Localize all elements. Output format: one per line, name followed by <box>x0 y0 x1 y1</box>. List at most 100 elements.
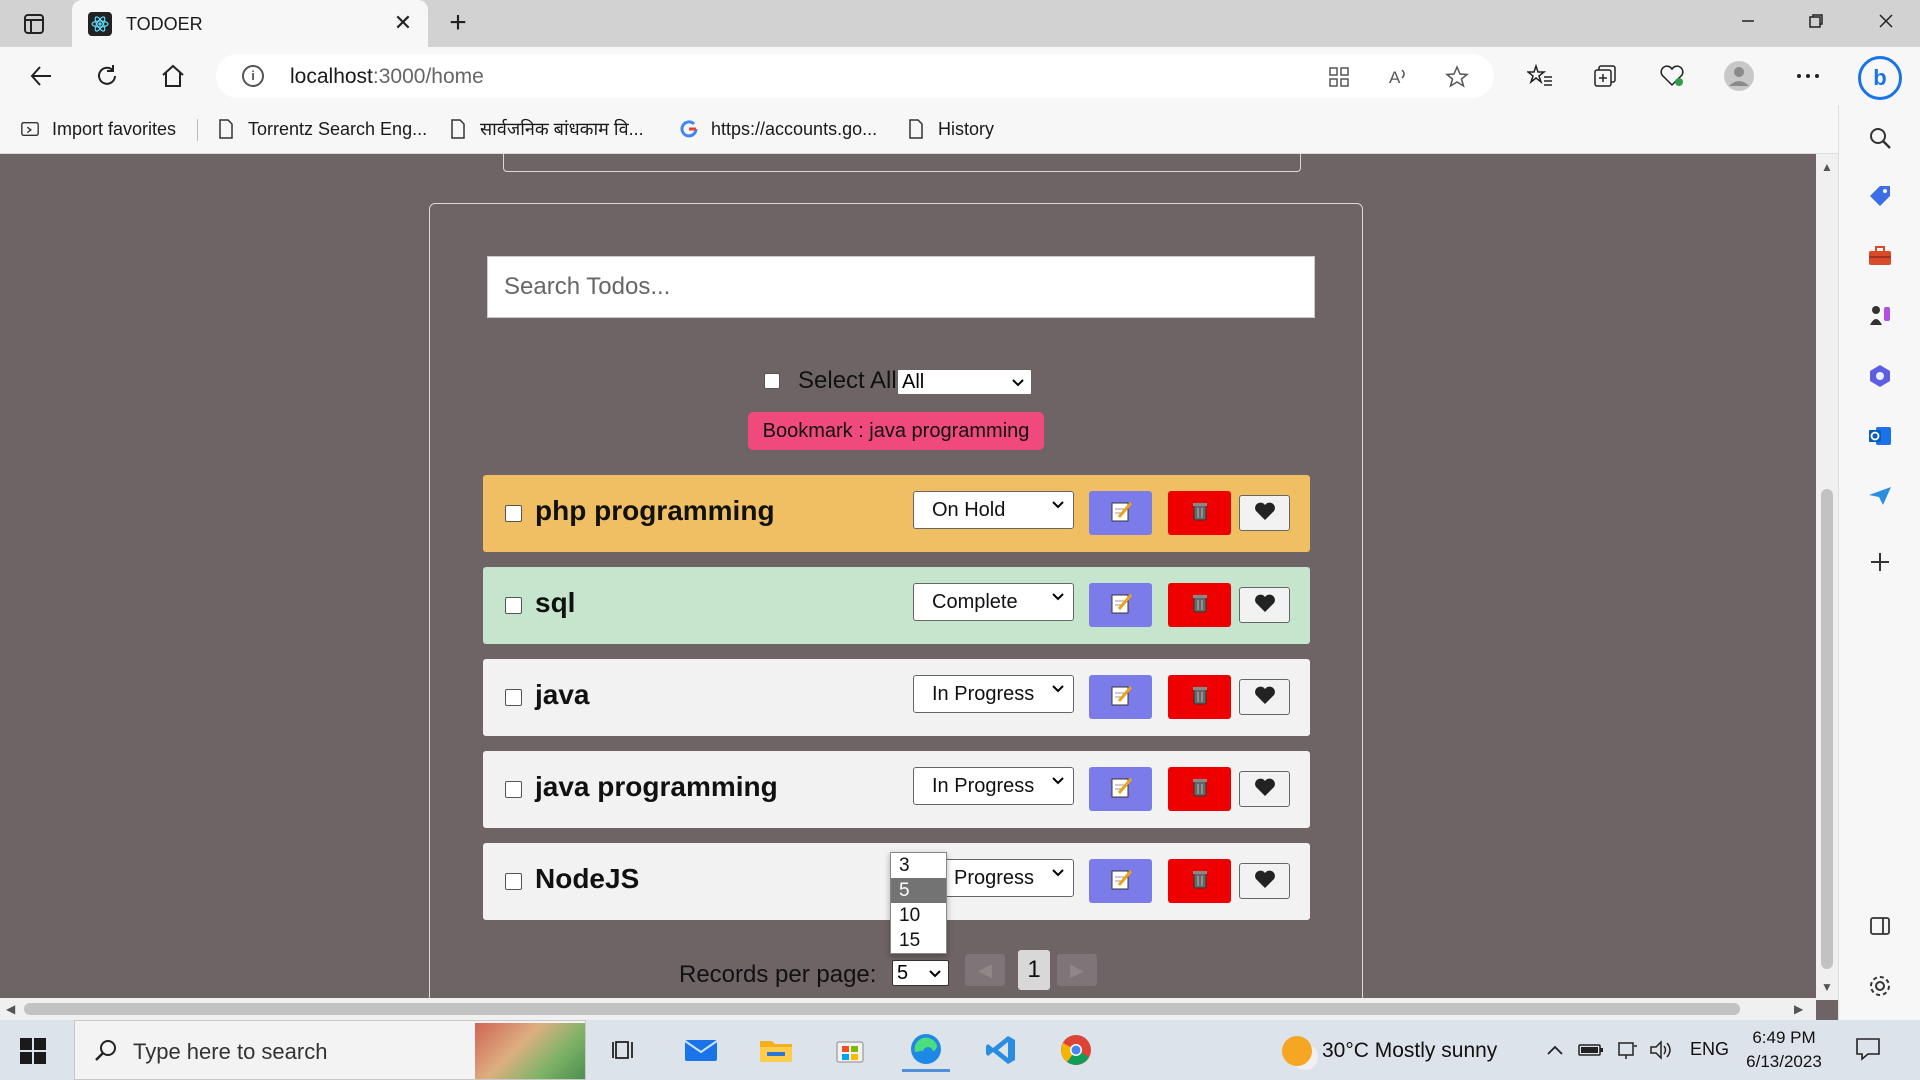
home-icon[interactable] <box>156 59 190 93</box>
todo-checkbox[interactable] <box>505 873 522 890</box>
file-explorer-icon[interactable] <box>752 1028 800 1072</box>
favorite-torrentz[interactable]: Torrentz Search Eng... <box>216 114 427 144</box>
vertical-scroll-thumb[interactable] <box>1821 489 1833 969</box>
scroll-down-arrow-icon[interactable]: ▼ <box>1821 980 1833 994</box>
delete-todo-button[interactable] <box>1168 767 1231 811</box>
delete-todo-button[interactable] <box>1168 491 1231 535</box>
chrome-icon[interactable] <box>1052 1028 1100 1072</box>
mail-icon[interactable] <box>677 1028 725 1072</box>
bing-chat-icon[interactable]: b <box>1858 56 1902 100</box>
close-tab-icon[interactable]: ✕ <box>390 10 416 36</box>
status-filter-select[interactable]: All <box>897 369 1032 395</box>
shopping-tag-icon[interactable] <box>1864 180 1896 212</box>
add-icon[interactable] <box>1864 546 1896 578</box>
chevron-up-icon[interactable] <box>1542 1038 1568 1062</box>
todo-title: NodeJS <box>535 863 640 894</box>
bookmark-badge[interactable]: Bookmark : java programming <box>748 412 1044 450</box>
system-clock[interactable]: 6:49 PM 6/13/2023 <box>1738 1026 1830 1074</box>
browser-essentials-icon[interactable] <box>1655 59 1689 93</box>
collections-icon[interactable] <box>1589 59 1623 93</box>
minimize-icon[interactable] <box>1728 8 1768 38</box>
taskbar-search-box[interactable]: Type here to search <box>74 1020 586 1080</box>
edit-todo-button[interactable] <box>1089 583 1152 627</box>
horizontal-scrollbar[interactable]: ◀ ▶ <box>0 998 1816 1020</box>
games-icon[interactable] <box>1864 300 1896 332</box>
favorite-label: Import favorites <box>52 118 177 139</box>
network-icon[interactable] <box>1614 1038 1640 1062</box>
dropdown-option[interactable]: 3 <box>891 853 946 878</box>
favorite-history[interactable]: History <box>906 114 994 144</box>
delete-todo-button[interactable] <box>1168 583 1231 627</box>
edit-todo-button[interactable] <box>1089 675 1152 719</box>
dropdown-option[interactable]: 10 <box>891 903 946 928</box>
search-todos-input[interactable] <box>487 256 1315 318</box>
favorite-google-accounts[interactable]: https://accounts.go... <box>679 114 877 144</box>
apps-icon[interactable] <box>1326 64 1352 90</box>
favorite-todo-button[interactable] <box>1239 771 1290 807</box>
hide-sidebar-icon[interactable] <box>1864 910 1896 942</box>
favorite-todo-button[interactable] <box>1239 863 1290 899</box>
tools-icon[interactable] <box>1864 240 1896 272</box>
favorite-star-icon[interactable] <box>1444 64 1470 90</box>
current-page-number[interactable]: 1 <box>1018 950 1050 990</box>
horizontal-scroll-thumb[interactable] <box>24 1003 1740 1015</box>
tab-actions-icon[interactable] <box>20 10 48 38</box>
battery-icon[interactable] <box>1578 1038 1604 1062</box>
favorite-marathi[interactable]: सार्वजनिक बांधकाम वि... <box>448 114 644 144</box>
url-field[interactable]: i localhost:3000/home A <box>216 54 1494 98</box>
scroll-up-arrow-icon[interactable]: ▲ <box>1821 160 1833 174</box>
more-options-icon[interactable] <box>1791 59 1825 93</box>
favorite-todo-button[interactable] <box>1239 587 1290 623</box>
todo-status-select[interactable]: In Progress <box>913 675 1074 713</box>
back-icon[interactable] <box>24 59 58 93</box>
select-all-checkbox[interactable] <box>764 373 780 389</box>
dropdown-option-selected[interactable]: 5 <box>891 878 946 903</box>
scroll-left-arrow-icon[interactable]: ◀ <box>6 1002 15 1016</box>
favorite-todo-button[interactable] <box>1239 495 1290 531</box>
todo-status-select[interactable]: On Hold <box>913 491 1074 529</box>
prev-page-button[interactable]: ◀ <box>965 954 1005 986</box>
favorite-todo-button[interactable] <box>1239 679 1290 715</box>
refresh-icon[interactable] <box>90 59 124 93</box>
send-icon[interactable] <box>1864 480 1896 512</box>
delete-todo-button[interactable] <box>1168 675 1231 719</box>
language-indicator[interactable]: ENG <box>1690 1039 1729 1060</box>
gear-icon[interactable] <box>1864 970 1896 1002</box>
vertical-scrollbar[interactable]: ▲ ▼ <box>1816 154 1838 1000</box>
weather-widget[interactable]: 30°C Mostly sunny <box>1282 1036 1497 1066</box>
browser-tab[interactable]: TODOER ✕ <box>72 0 428 47</box>
next-page-button[interactable]: ▶ <box>1057 954 1097 986</box>
microsoft-store-icon[interactable] <box>826 1028 874 1072</box>
restore-icon[interactable] <box>1796 8 1836 38</box>
search-icon[interactable] <box>1864 122 1896 154</box>
favorite-import[interactable]: Import favorites <box>20 114 176 144</box>
vscode-icon[interactable] <box>977 1028 1025 1072</box>
profile-avatar-icon[interactable] <box>1722 59 1756 93</box>
favorites-icon[interactable] <box>1523 59 1557 93</box>
notifications-icon[interactable] <box>1854 1036 1884 1064</box>
todo-status-select[interactable]: In Progress <box>913 767 1074 805</box>
todo-checkbox[interactable] <box>505 597 522 614</box>
info-icon[interactable]: i <box>242 65 264 87</box>
dropdown-option[interactable]: 15 <box>891 928 946 953</box>
microsoft-365-icon[interactable] <box>1864 360 1896 392</box>
read-aloud-icon[interactable]: A <box>1386 64 1412 90</box>
edit-todo-button[interactable] <box>1089 491 1152 535</box>
delete-todo-button[interactable] <box>1168 859 1231 903</box>
windows-start-icon[interactable] <box>20 1038 46 1064</box>
edge-browser-icon[interactable] <box>902 1028 950 1072</box>
scroll-right-arrow-icon[interactable]: ▶ <box>1794 1002 1803 1016</box>
todo-status-select[interactable]: Complete <box>913 583 1074 621</box>
new-tab-button[interactable]: + <box>442 8 474 40</box>
close-window-icon[interactable] <box>1866 8 1906 38</box>
todo-checkbox[interactable] <box>505 505 522 522</box>
address-bar-row: i localhost:3000/home A <box>0 47 1920 105</box>
records-per-page-select[interactable]: 5 <box>892 960 949 986</box>
volume-icon[interactable] <box>1648 1038 1674 1062</box>
outlook-icon[interactable] <box>1864 420 1896 452</box>
edit-todo-button[interactable] <box>1089 859 1152 903</box>
todo-checkbox[interactable] <box>505 781 522 798</box>
task-view-icon[interactable] <box>601 1028 649 1072</box>
todo-checkbox[interactable] <box>505 689 522 706</box>
edit-todo-button[interactable] <box>1089 767 1152 811</box>
